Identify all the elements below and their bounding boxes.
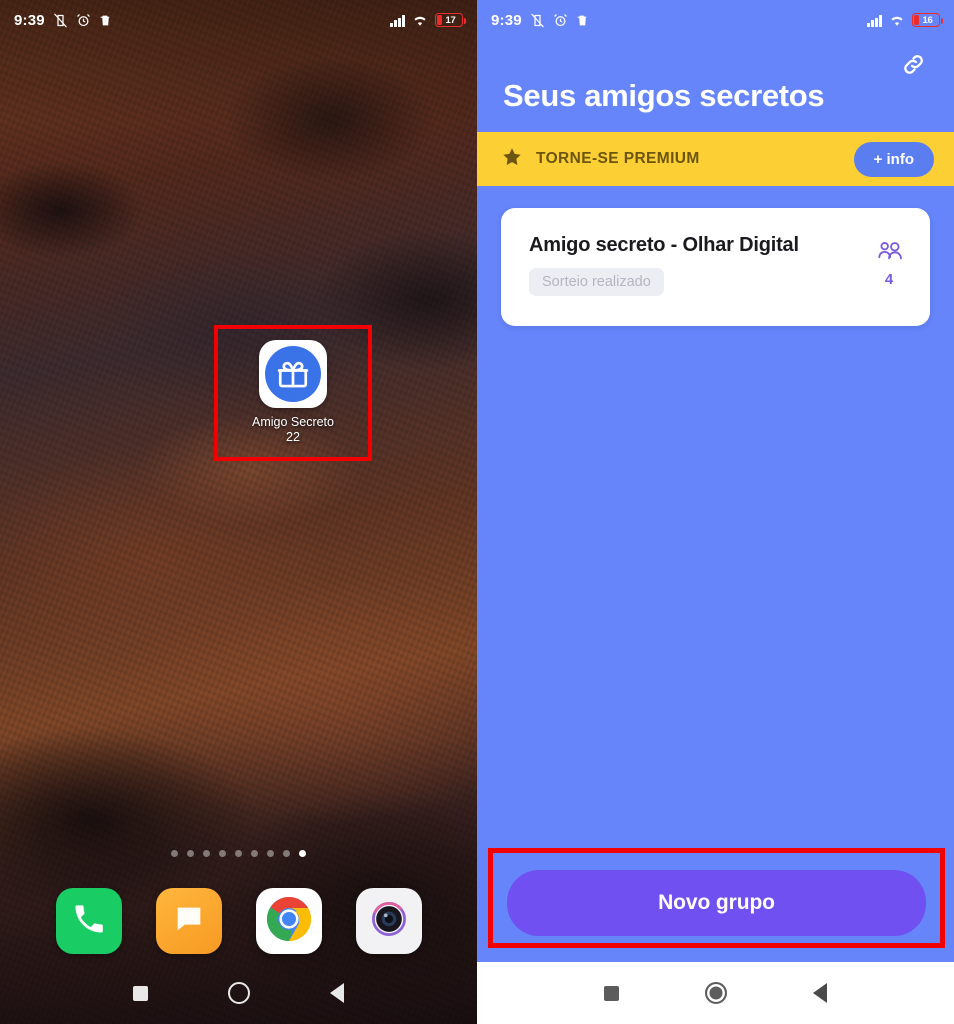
- people-icon: [876, 240, 903, 267]
- group-card[interactable]: Amigo secreto - Olhar Digital Sorteio re…: [501, 208, 930, 326]
- page-dot[interactable]: [219, 850, 226, 857]
- status-bar-clock: 9:39: [491, 11, 522, 29]
- battery-percent: 16: [922, 14, 933, 26]
- new-group-button[interactable]: Novo grupo: [507, 870, 926, 936]
- right-status-bar: 9:39 16: [477, 0, 954, 40]
- page-dot[interactable]: [171, 850, 178, 857]
- left-navigation-bar: [0, 962, 477, 1024]
- recents-square-icon[interactable]: [604, 985, 619, 1001]
- left-status-bar: 9:39 17: [0, 0, 477, 40]
- home-circle-icon[interactable]: [705, 982, 727, 1004]
- home-dock: [0, 888, 477, 954]
- group-member-summary: 4: [870, 234, 908, 288]
- app-shortcut-label: Amigo Secreto 22: [252, 415, 334, 445]
- signal-bars-icon: [867, 14, 882, 27]
- right-phone-app-screen: 9:39 16 Seus amigos secretos TORNE-SE PR…: [477, 0, 954, 1024]
- premium-banner-label: TORNE-SE PREMIUM: [536, 150, 700, 167]
- status-bar-left-group: 9:39: [491, 12, 589, 29]
- premium-banner[interactable]: TORNE-SE PREMIUM + info: [477, 132, 954, 186]
- page-dot[interactable]: [283, 850, 290, 857]
- link-icon[interactable]: [896, 46, 932, 82]
- group-card-content: Amigo secreto - Olhar Digital Sorteio re…: [529, 234, 870, 296]
- page-dot[interactable]: [267, 850, 274, 857]
- camera-icon: [367, 897, 411, 946]
- more-info-button[interactable]: + info: [853, 141, 934, 177]
- dock-item-chrome[interactable]: [255, 888, 322, 954]
- dock-item-phone[interactable]: [55, 888, 122, 954]
- page-title: Seus amigos secretos: [503, 78, 825, 113]
- app-header: Seus amigos secretos: [477, 40, 954, 132]
- vibrate-off-icon: [53, 13, 68, 28]
- recents-square-icon[interactable]: [133, 985, 148, 1001]
- page-dot[interactable]: [187, 850, 194, 857]
- trash-icon: [576, 13, 589, 28]
- new-group-button-wrapper: Novo grupo: [507, 870, 926, 936]
- page-dot[interactable]: [203, 850, 210, 857]
- wifi-icon: [889, 14, 905, 27]
- right-navigation-bar: [477, 962, 954, 1024]
- trash-icon: [99, 13, 112, 28]
- page-dot[interactable]: [251, 850, 258, 857]
- star-icon: [501, 146, 523, 173]
- group-name: Amigo secreto - Olhar Digital: [529, 234, 799, 256]
- dock-item-messages[interactable]: [155, 888, 222, 954]
- app-label-line1: Amigo Secreto: [252, 415, 334, 429]
- signal-bars-icon: [390, 14, 405, 27]
- left-phone-home-screen: 9:39 17 Amigo Secreto 22: [0, 0, 477, 1024]
- page-dot-active[interactable]: [299, 850, 306, 857]
- wallpaper-shade: [0, 0, 477, 1024]
- status-bar-clock: 9:39: [14, 11, 45, 29]
- back-triangle-icon[interactable]: [813, 983, 827, 1003]
- group-list-area: Amigo secreto - Olhar Digital Sorteio re…: [477, 186, 954, 1024]
- alarm-icon: [76, 13, 91, 28]
- app-icon-tile: [259, 340, 327, 408]
- wifi-icon: [412, 14, 428, 27]
- status-badge: Sorteio realizado: [529, 268, 664, 296]
- battery-percent: 17: [445, 14, 456, 26]
- vibrate-off-icon: [530, 13, 545, 28]
- alarm-icon: [553, 13, 568, 28]
- battery-indicator: 17: [435, 13, 467, 27]
- gift-icon: [265, 346, 321, 402]
- status-bar-left-group: 9:39: [14, 12, 112, 29]
- home-circle-icon[interactable]: [228, 982, 250, 1004]
- status-bar-right-group: 16: [867, 13, 944, 27]
- battery-indicator: 16: [912, 13, 944, 27]
- chrome-icon: [265, 895, 313, 948]
- message-icon: [172, 902, 206, 941]
- status-bar-right-group: 17: [390, 13, 467, 27]
- member-count: 4: [884, 271, 894, 288]
- page-dot[interactable]: [235, 850, 242, 857]
- phone-icon: [71, 901, 107, 942]
- app-label-line2: 22: [286, 430, 300, 444]
- dual-screenshot-comparison: 9:39 17 Amigo Secreto 22 9:39 16 Seus am…: [0, 0, 954, 1024]
- app-shortcut-amigo-secreto[interactable]: Amigo Secreto 22: [232, 340, 354, 445]
- back-triangle-icon[interactable]: [330, 983, 344, 1003]
- home-page-indicator[interactable]: [0, 850, 477, 857]
- dock-item-camera[interactable]: [355, 888, 422, 954]
